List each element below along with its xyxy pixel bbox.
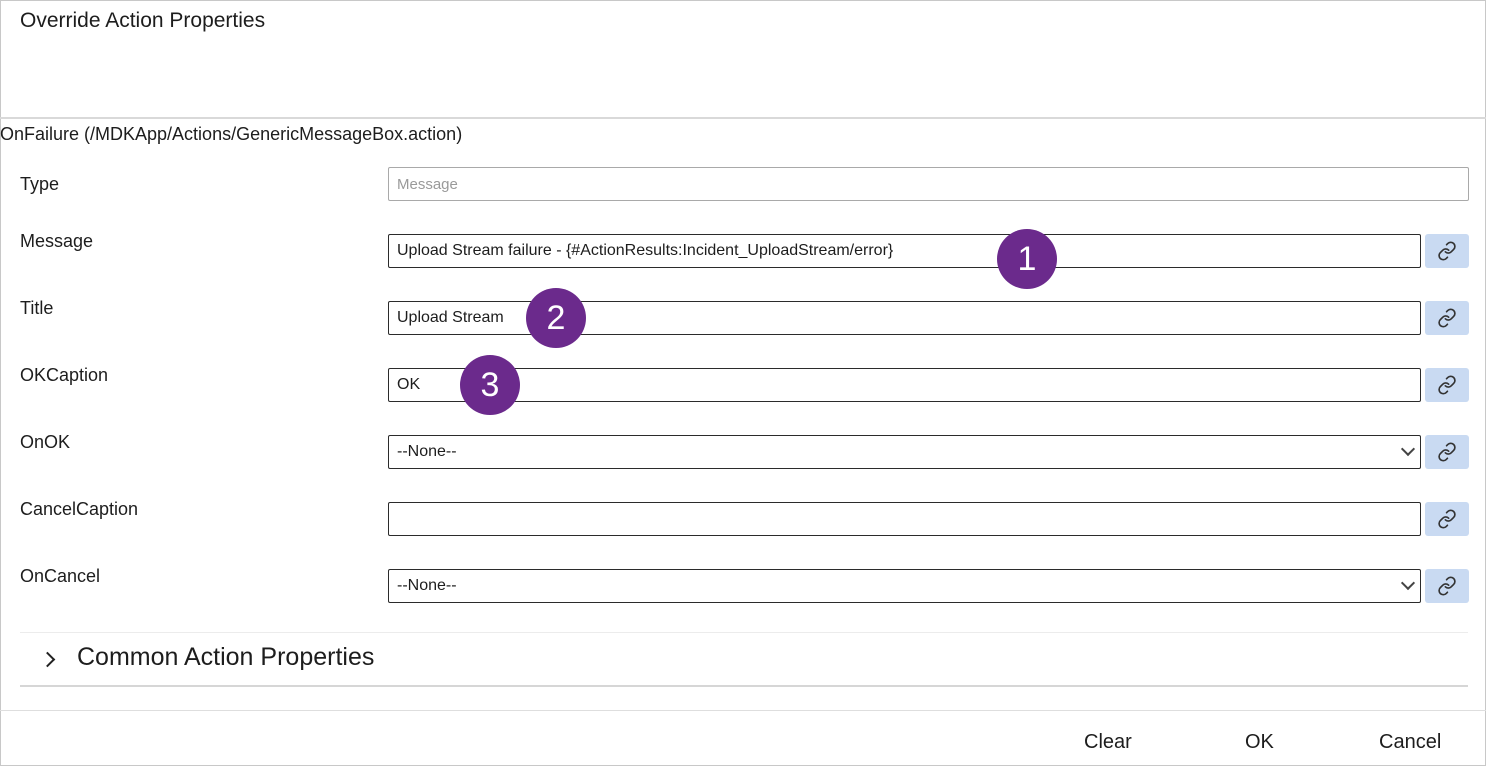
message-input[interactable]: Upload Stream failure - {#ActionResults:… [388, 234, 1421, 268]
chevron-down-icon [1400, 441, 1416, 457]
cancelcaption-label: CancelCaption [20, 499, 139, 519]
cancelcaption-link-button[interactable] [1425, 502, 1469, 536]
annotation-badge-1: 1 [997, 229, 1057, 289]
link-icon [1438, 308, 1456, 328]
dialog-header: Override Action Properties [0, 0, 1486, 119]
okcaption-link-button[interactable] [1425, 368, 1469, 402]
common-action-properties-section[interactable]: Common Action Properties [20, 632, 1468, 687]
link-icon [1438, 442, 1456, 462]
title-label: Title [20, 298, 54, 318]
link-icon [1438, 509, 1456, 529]
type-placeholder: Message [397, 176, 458, 193]
link-icon [1438, 576, 1456, 596]
ok-button[interactable]: OK [1245, 731, 1274, 754]
onok-select[interactable]: --None-- [388, 435, 1421, 469]
okcaption-label: OKCaption [20, 365, 109, 385]
onok-link-button[interactable] [1425, 435, 1469, 469]
oncancel-value: --None-- [397, 577, 457, 594]
message-value: Upload Stream failure - {#ActionResults:… [397, 242, 894, 259]
annotation-badge-2: 2 [526, 288, 586, 348]
oncancel-link-button[interactable] [1425, 569, 1469, 603]
oncancel-select[interactable]: --None-- [388, 569, 1421, 603]
dialog-footer: Clear OK Cancel [0, 710, 1486, 767]
okcaption-value: OK [397, 376, 421, 393]
type-field[interactable]: Message [388, 167, 1469, 201]
onok-label: OnOK [20, 432, 71, 452]
title-link-button[interactable] [1425, 301, 1469, 335]
cancelcaption-input[interactable] [388, 502, 1421, 536]
type-label: Type [20, 174, 60, 194]
common-action-properties-label: Common Action Properties [77, 643, 375, 671]
clear-button[interactable]: Clear [1084, 731, 1132, 754]
chevron-down-icon [1400, 575, 1416, 591]
dialog-title: Override Action Properties [20, 9, 266, 32]
annotation-badge-3: 3 [460, 355, 520, 415]
okcaption-input[interactable]: OK [388, 368, 1421, 402]
message-label: Message [20, 231, 94, 251]
title-value: Upload Stream [397, 309, 504, 326]
chevron-right-icon [39, 651, 56, 668]
link-icon [1438, 375, 1456, 395]
message-link-button[interactable] [1425, 234, 1469, 268]
onok-value: --None-- [397, 443, 457, 460]
section-title: OnFailure (/MDKApp/Actions/GenericMessag… [0, 124, 463, 144]
link-icon [1438, 241, 1456, 261]
cancel-button[interactable]: Cancel [1379, 731, 1441, 754]
oncancel-label: OnCancel [20, 566, 101, 586]
